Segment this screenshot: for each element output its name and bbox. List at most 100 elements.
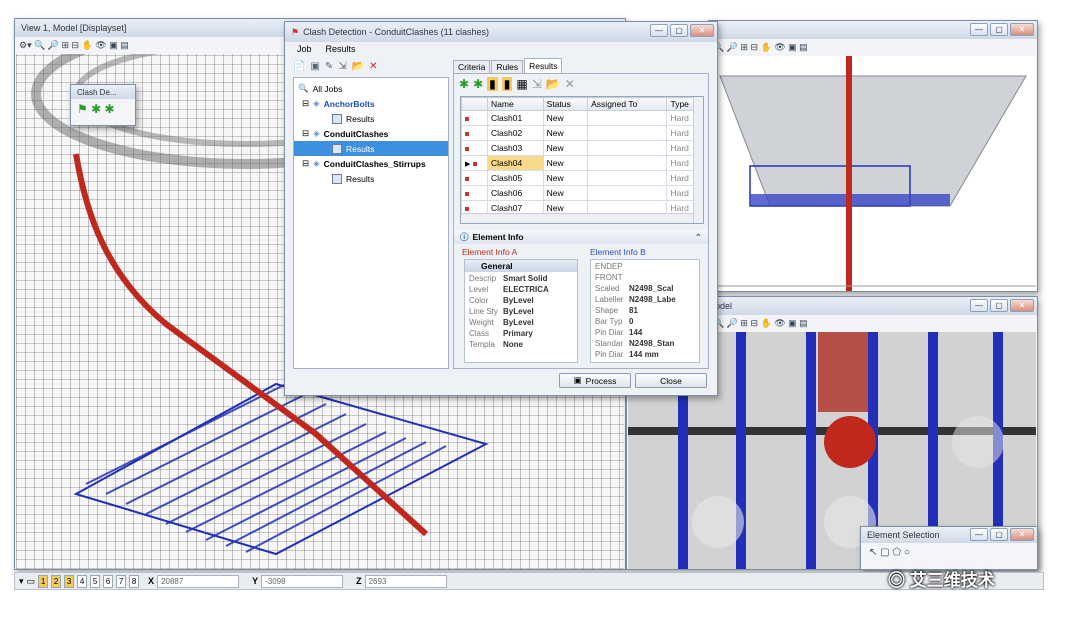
- level-button-4[interactable]: 4: [77, 574, 88, 588]
- dropdown-icon[interactable]: ▾: [19, 576, 24, 587]
- isolate-icon[interactable]: ▮: [501, 77, 513, 91]
- tab-rules[interactable]: Rules: [491, 60, 524, 73]
- delete-icon[interactable]: ✕: [565, 77, 575, 91]
- process-icon: ▣: [573, 375, 582, 385]
- general-section-header[interactable]: General: [465, 260, 577, 272]
- export-icon[interactable]: ⇲: [532, 77, 542, 91]
- collapse-chevron-icon[interactable]: ⌃: [695, 232, 702, 243]
- grid-icon[interactable]: ▦: [516, 77, 527, 91]
- close-icon[interactable]: ✕: [690, 24, 714, 37]
- right-top-view-titlebar[interactable]: — ▢ ✕: [709, 21, 1037, 39]
- clash-marker-icon: [465, 192, 469, 196]
- table-row[interactable]: Clash01 New Hard: [461, 110, 703, 126]
- tree-root[interactable]: 🔍 All Jobs: [294, 81, 448, 96]
- tree-results-label: Results: [346, 113, 375, 124]
- select-shape-icon[interactable]: ⬠: [892, 547, 901, 558]
- col-status[interactable]: Status: [542, 97, 589, 111]
- table-row[interactable]: Clash03 New Hard: [461, 140, 703, 156]
- rerun-clash-icon[interactable]: ✱: [473, 77, 483, 91]
- cell-assigned[interactable]: [587, 110, 668, 126]
- clash-toolbox-titlebar[interactable]: Clash De...: [71, 85, 135, 99]
- minimize-button[interactable]: —: [970, 23, 988, 36]
- select-box-icon[interactable]: ▢: [880, 547, 889, 558]
- z-coordinate-field[interactable]: 2693: [364, 574, 447, 588]
- clash-star-icon[interactable]: ✱: [105, 102, 115, 116]
- table-row[interactable]: Clash06 New Hard: [461, 185, 703, 201]
- cell-assigned[interactable]: [587, 155, 668, 171]
- col-name[interactable]: Name: [487, 97, 544, 111]
- property-row: FRONT: [595, 273, 699, 284]
- level-button-6[interactable]: 6: [103, 574, 114, 588]
- tree-job[interactable]: ⊟ ◈ ConduitClashes: [294, 126, 448, 141]
- tree-results[interactable]: Results: [294, 111, 448, 126]
- property-key: Labeller: [595, 295, 624, 304]
- table-row[interactable]: Clash05 New Hard: [461, 170, 703, 186]
- run-clash-icon[interactable]: ✱: [459, 77, 469, 91]
- element-selection-title: Element Selection: [867, 530, 940, 540]
- select-circle-icon[interactable]: ○: [904, 547, 910, 558]
- collapse-icon[interactable]: ⊟: [302, 98, 309, 109]
- delete-icon[interactable]: ✕: [369, 61, 377, 72]
- maximize-button[interactable]: ▢: [990, 528, 1008, 541]
- clash-marker-icon: [465, 177, 469, 181]
- tab-results[interactable]: Results: [524, 58, 563, 73]
- close-button[interactable]: Close: [635, 373, 707, 388]
- level-button-1[interactable]: 1: [38, 574, 49, 588]
- open-folder-icon[interactable]: 📂: [546, 77, 561, 91]
- close-icon[interactable]: ✕: [1010, 23, 1034, 36]
- menu-job[interactable]: Job: [297, 44, 312, 54]
- open-folder-icon[interactable]: 📂: [352, 61, 364, 72]
- maximize-button[interactable]: ▢: [990, 299, 1008, 312]
- view-toggle-icon[interactable]: ▭: [27, 576, 36, 587]
- y-coordinate-field[interactable]: -3098: [261, 574, 344, 588]
- level-button-7[interactable]: 7: [116, 574, 127, 588]
- close-icon[interactable]: ✕: [1010, 528, 1034, 541]
- vertical-scrollbar[interactable]: [693, 97, 703, 223]
- clash-dialog-titlebar[interactable]: ⚑ Clash Detection - ConduitClashes (11 c…: [285, 22, 717, 42]
- collapse-icon[interactable]: ⊟: [302, 128, 309, 139]
- element-selection-titlebar[interactable]: Element Selection — ▢ ✕: [861, 527, 1037, 543]
- x-coordinate-field[interactable]: 20887: [157, 574, 240, 588]
- maximize-button[interactable]: ▢: [990, 23, 1008, 36]
- process-button[interactable]: ▣ Process: [559, 373, 631, 388]
- level-button-3[interactable]: 3: [64, 574, 75, 588]
- close-icon[interactable]: ✕: [1010, 299, 1034, 312]
- minimize-button[interactable]: —: [650, 24, 668, 37]
- new-job-icon[interactable]: 📄: [293, 61, 305, 72]
- tree-job[interactable]: ⊟ ◈ ConduitClashes_Stirrups: [294, 156, 448, 171]
- edit-job-icon[interactable]: ✎: [325, 61, 333, 72]
- collapse-icon[interactable]: ⊟: [302, 158, 309, 169]
- view-tools-icon[interactable]: 🔍 🔎 ⊞ ⊟ ✋ 👁 ▣ ▤: [713, 318, 808, 329]
- select-arrow-icon[interactable]: ↖: [869, 547, 877, 558]
- tab-criteria[interactable]: Criteria: [453, 60, 491, 73]
- minimize-button[interactable]: —: [970, 528, 988, 541]
- clash-run-icon[interactable]: ⚑: [77, 102, 88, 116]
- import-icon[interactable]: ⇲: [338, 61, 346, 72]
- view-tools-icon[interactable]: ⚙▾ 🔍 🔎 ⊞ ⊟ ✋ 👁 ▣ ▤: [19, 40, 129, 51]
- view-tools-icon[interactable]: 🔍 🔎 ⊞ ⊟ ✋ 👁 ▣ ▤: [713, 42, 808, 53]
- col-assigned[interactable]: Assigned To: [587, 97, 668, 111]
- property-key: Level: [469, 285, 489, 294]
- right-top-viewport[interactable]: [710, 56, 1036, 291]
- horizontal-scrollbar[interactable]: [461, 213, 703, 223]
- tree-results-selected[interactable]: Results: [294, 141, 448, 156]
- element-info-header[interactable]: ⓘ Element Info ⌃: [454, 230, 708, 244]
- level-button-5[interactable]: 5: [90, 574, 101, 588]
- tree-job[interactable]: ⊟ ◈ AnchorBolts: [294, 96, 448, 111]
- minimize-button[interactable]: —: [970, 299, 988, 312]
- table-row-selected[interactable]: ▶ Clash04 New Hard: [461, 155, 703, 171]
- level-button-8[interactable]: 8: [129, 574, 140, 588]
- tree-results[interactable]: Results: [294, 171, 448, 186]
- cell-assigned[interactable]: [587, 140, 668, 156]
- table-row[interactable]: Clash02 New Hard: [461, 125, 703, 141]
- level-button-2[interactable]: 2: [51, 574, 62, 588]
- menu-results[interactable]: Results: [326, 44, 356, 54]
- cell-assigned[interactable]: [587, 125, 668, 141]
- selection-tools: ↖ ▢ ⬠ ○: [861, 543, 1037, 562]
- show-icon[interactable]: ▮: [487, 77, 498, 91]
- cell-assigned[interactable]: [587, 170, 668, 186]
- maximize-button[interactable]: ▢: [670, 24, 688, 37]
- cell-assigned[interactable]: [587, 185, 668, 201]
- clash-check-icon[interactable]: ✱: [91, 102, 101, 116]
- save-job-icon[interactable]: ▣: [310, 61, 319, 72]
